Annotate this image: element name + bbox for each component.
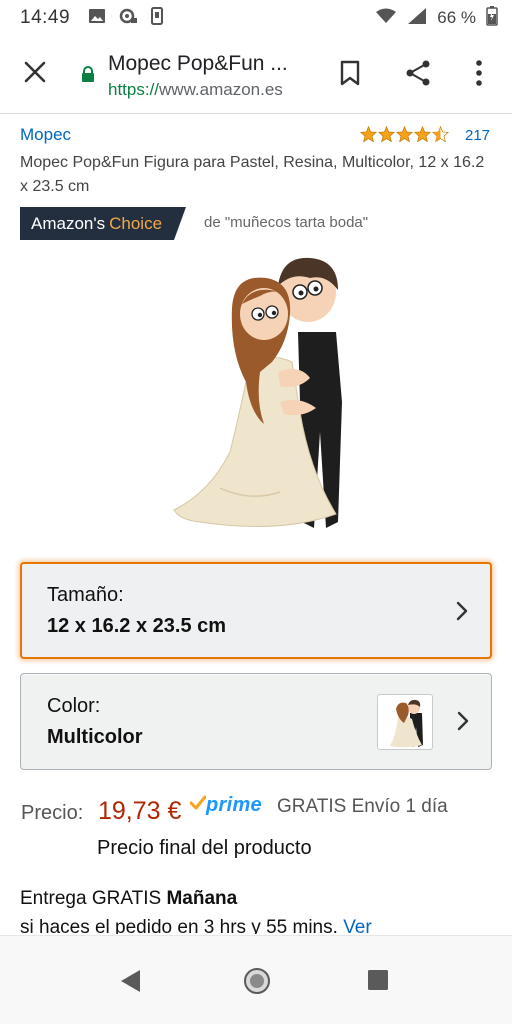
close-tab-button[interactable]: [0, 36, 70, 114]
delivery-day: Mañana: [166, 888, 238, 909]
system-navigation-bar: [0, 935, 512, 1024]
delivery-condition: si haces el pedido en 3 hrs y 55 mins. V…: [20, 917, 372, 934]
badge-accent: Choice: [109, 213, 163, 233]
price-note: Precio final del producto: [97, 837, 312, 859]
size-label: Tamaño:: [47, 584, 124, 606]
chevron-right-icon: [457, 711, 469, 736]
browser-toolbar: Mopec Pop&Fun ... https://www.amazon.es: [0, 36, 512, 114]
delivery-details-link[interactable]: Ver: [343, 917, 372, 934]
color-label: Color:: [47, 695, 101, 717]
badge-context: de "muñecos tarta boda": [204, 214, 369, 231]
badge-main: Amazon's: [31, 213, 106, 233]
star-icon: [360, 125, 377, 147]
battery-text: 66 %: [437, 8, 476, 27]
rating-count[interactable]: 217: [465, 127, 490, 144]
rating-stars[interactable]: [360, 125, 449, 147]
prime-badge: prime: [189, 794, 262, 817]
chevron-right-icon: [456, 601, 468, 626]
bookmark-icon: [340, 60, 360, 91]
battery-icon: [486, 5, 498, 31]
delivery-sub-text: si haces el pedido en 3 hrs y 55 mins.: [20, 917, 338, 934]
color-selector[interactable]: Color: Multicolor: [20, 673, 492, 770]
url-address[interactable]: https://www.amazon.es: [108, 80, 283, 100]
status-bar: 14:49 66 %: [0, 0, 512, 36]
size-selector[interactable]: Tamaño: 12 x 16.2 x 23.5 cm: [20, 562, 492, 659]
share-icon: [404, 59, 432, 92]
url-host: www.amazon.es: [159, 80, 283, 99]
status-time: 14:49: [20, 7, 71, 28]
price-value: 19,73 €: [98, 797, 182, 825]
bookmark-button[interactable]: [334, 58, 366, 92]
color-value: Multicolor: [47, 726, 143, 748]
star-icon: [414, 125, 431, 147]
image-icon: [88, 8, 106, 29]
star-icon: [396, 125, 413, 147]
more-options-button[interactable]: [462, 58, 496, 92]
half-star-icon: [432, 125, 449, 147]
signal-icon: [407, 7, 427, 30]
product-image[interactable]: [160, 252, 360, 537]
more-vert-icon: [475, 59, 483, 91]
star-icon: [378, 125, 395, 147]
back-icon[interactable]: [118, 968, 142, 999]
page-title[interactable]: Mopec Pop&Fun ...: [108, 52, 288, 76]
recent-apps-icon[interactable]: [367, 969, 389, 996]
wifi-icon: [375, 8, 397, 29]
price-label: Precio:: [21, 802, 84, 824]
shipping-info: GRATIS Envío 1 día: [277, 796, 448, 817]
vibrate-icon: [150, 6, 164, 30]
share-button[interactable]: [398, 58, 438, 92]
brand-link[interactable]: Mopec: [20, 125, 71, 145]
prime-word: prime: [206, 794, 262, 816]
delivery-line: Entrega GRATIS Mañana: [20, 888, 237, 910]
product-title: Mopec Pop&Fun Figura para Pastel, Resina…: [20, 154, 485, 195]
home-icon[interactable]: [243, 967, 271, 1000]
close-icon: [24, 61, 46, 88]
size-value: 12 x 16.2 x 23.5 cm: [47, 615, 227, 637]
color-swatch-thumbnail: [377, 694, 433, 750]
sync-icon: [118, 8, 138, 29]
delivery-prefix: Entrega GRATIS: [20, 888, 162, 909]
url-scheme: https://: [108, 80, 160, 99]
lock-icon: [81, 66, 95, 88]
amazons-choice-badge: Amazon's Choice: [20, 207, 187, 240]
prime-check-icon: [189, 795, 207, 816]
